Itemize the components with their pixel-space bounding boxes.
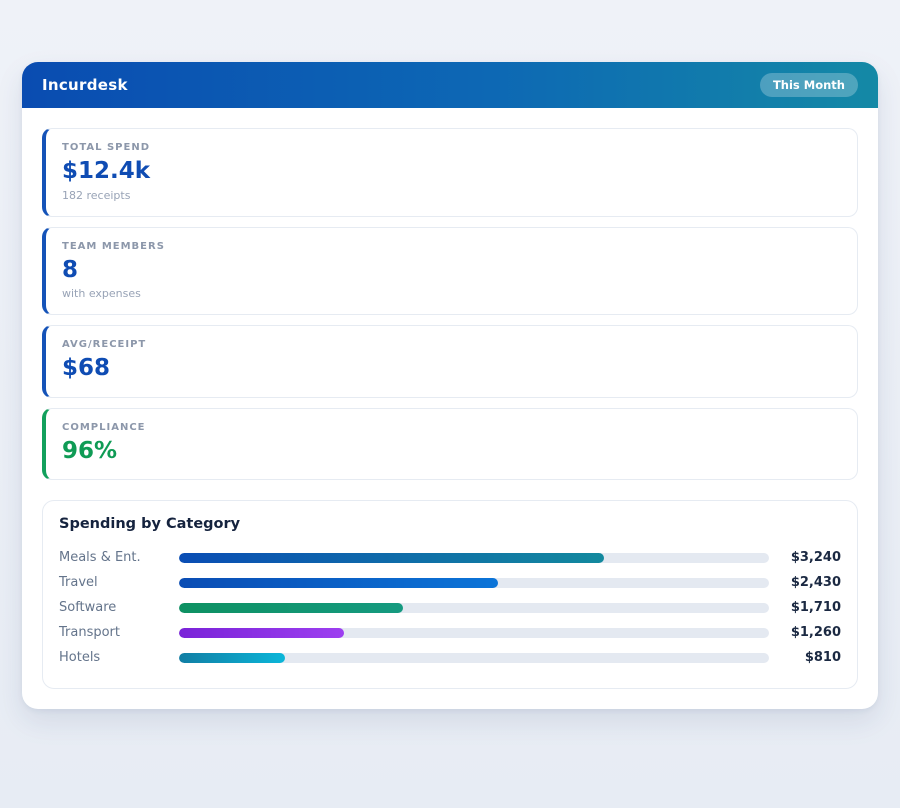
stat-value: 8 [62, 257, 841, 285]
page-background: { "app": { "title": "Incurdesk", "period… [0, 62, 900, 808]
category-value: $1,260 [777, 625, 841, 640]
spending-by-category-card: Spending by Category Meals & Ent. $3,240… [42, 500, 858, 689]
stat-value: $12.4k [62, 158, 841, 186]
category-value: $1,710 [777, 600, 841, 615]
stat-value: $68 [62, 355, 841, 383]
app-header: Incurdesk This Month [22, 62, 878, 108]
category-label: Software [59, 600, 179, 615]
app-title: Incurdesk [42, 76, 128, 94]
bar-fill-hotels [179, 653, 285, 663]
stat-label: TEAM MEMBERS [62, 241, 841, 252]
bar-fill-travel [179, 578, 498, 588]
stat-label: COMPLIANCE [62, 422, 841, 433]
category-label: Meals & Ent. [59, 550, 179, 565]
stat-subtitle: 182 receipts [62, 189, 841, 202]
stat-card-team-members: TEAM MEMBERS 8 with expenses [42, 227, 858, 316]
chart-title: Spending by Category [59, 516, 841, 532]
stat-card-avg-receipt: AVG/RECEIPT $68 [42, 325, 858, 398]
chart-row-travel: Travel $2,430 [59, 570, 841, 595]
category-label: Transport [59, 625, 179, 640]
chart-row-meals: Meals & Ent. $3,240 [59, 545, 841, 570]
panel-body: TOTAL SPEND $12.4k 182 receipts TEAM MEM… [22, 108, 878, 709]
bar-fill-software [179, 603, 403, 613]
period-badge[interactable]: This Month [760, 73, 858, 97]
stat-value: 96% [62, 438, 841, 466]
chart-row-transport: Transport $1,260 [59, 620, 841, 645]
bar-track [179, 653, 769, 663]
bar-track [179, 578, 769, 588]
category-value: $2,430 [777, 575, 841, 590]
category-label: Travel [59, 575, 179, 590]
chart-row-software: Software $1,710 [59, 595, 841, 620]
stat-label: AVG/RECEIPT [62, 339, 841, 350]
bar-track [179, 603, 769, 613]
bar-fill-transport [179, 628, 344, 638]
bar-track [179, 553, 769, 563]
category-label: Hotels [59, 650, 179, 665]
bar-fill-meals [179, 553, 604, 563]
bar-track [179, 628, 769, 638]
stat-label: TOTAL SPEND [62, 142, 841, 153]
chart-row-hotels: Hotels $810 [59, 645, 841, 670]
category-value: $810 [777, 650, 841, 665]
incurdesk-panel: Incurdesk This Month TOTAL SPEND $12.4k … [22, 62, 878, 709]
stat-subtitle: with expenses [62, 287, 841, 300]
stat-card-total-spend: TOTAL SPEND $12.4k 182 receipts [42, 128, 858, 217]
category-value: $3,240 [777, 550, 841, 565]
stat-card-compliance: COMPLIANCE 96% [42, 408, 858, 481]
